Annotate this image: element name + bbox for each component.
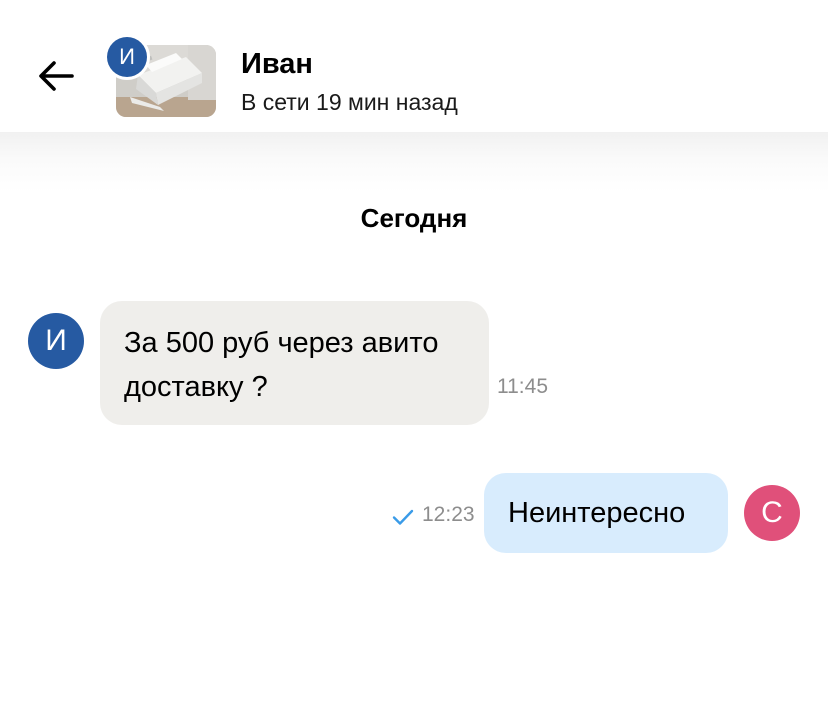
check-icon [392, 509, 414, 525]
arrow-left-icon [39, 61, 74, 91]
date-separator: Сегодня [360, 203, 468, 233]
back-button[interactable] [34, 54, 78, 98]
contact-avatar[interactable]: И [104, 34, 150, 80]
contact-avatar-letter: И [107, 37, 147, 77]
contact-status: В сети 19 мин назад [241, 89, 458, 115]
message-time: 11:45 [497, 375, 548, 398]
message-text: Неинтересно [508, 497, 686, 529]
message-text: За 500 руб через авито доставку ? [124, 327, 439, 403]
sender-avatar[interactable]: И [28, 313, 84, 369]
own-avatar[interactable]: С [744, 485, 800, 541]
chat-header: И Иван В сети 19 мин назад [0, 0, 828, 132]
header-shadow [0, 132, 828, 192]
outgoing-message-bubble[interactable]: Неинтересно [484, 473, 728, 553]
message-time: 12:23 [422, 503, 475, 526]
incoming-message-bubble[interactable]: За 500 руб через авито доставку ? [100, 301, 489, 425]
chat-screen: И Иван В сети 19 мин назад Сегодня И За … [0, 0, 828, 728]
contact-name[interactable]: Иван [241, 46, 313, 82]
